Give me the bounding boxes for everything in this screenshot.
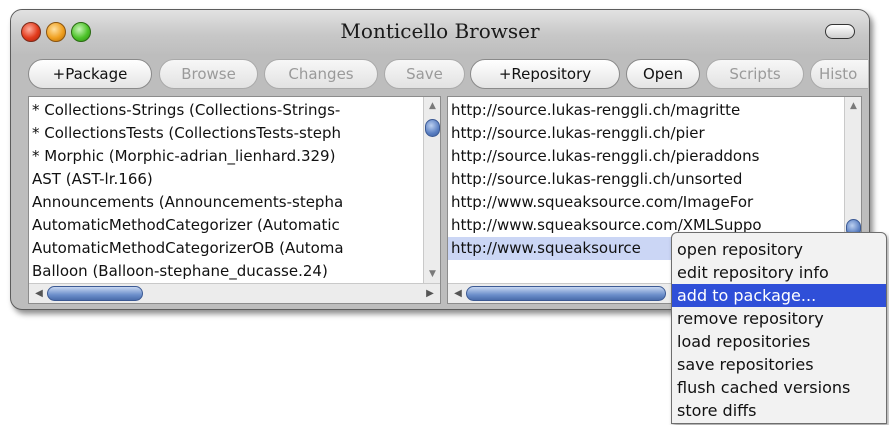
menu-item-save-repositories[interactable]: save repositories [672, 353, 886, 376]
scroll-down-arrow-icon[interactable]: ▼ [424, 267, 440, 281]
toolbar: +Package Browse Changes Save +Repository… [28, 59, 868, 89]
menu-item-load-repositories[interactable]: load repositories [672, 330, 886, 353]
window-title: Monticello Browser [340, 19, 540, 43]
add-repository-button[interactable]: +Repository [470, 59, 620, 89]
save-button[interactable]: Save [384, 59, 465, 89]
scroll-up-arrow-icon[interactable]: ▲ [845, 99, 861, 113]
history-button[interactable]: Histo [810, 59, 868, 89]
add-package-button[interactable]: +Package [28, 59, 152, 89]
repository-item[interactable]: http://source.lukas-renggli.ch/unsorted [448, 168, 844, 191]
title-bar[interactable]: Monticello Browser [11, 10, 869, 54]
scroll-up-arrow-icon[interactable]: ▲ [424, 99, 440, 113]
repository-item[interactable]: http://source.lukas-renggli.ch/pieraddon… [448, 145, 844, 168]
package-item[interactable]: * CollectionsTests (CollectionsTests-ste… [29, 122, 423, 145]
package-item[interactable]: AST (AST-lr.166) [29, 168, 423, 191]
packages-list-pane: * Collections-Strings (Collections-Strin… [28, 96, 441, 304]
menu-item-store-diffs[interactable]: store diffs [672, 399, 886, 422]
repository-item[interactable]: http://source.lukas-renggli.ch/magritte [448, 99, 844, 122]
menu-item-open-repository[interactable]: open repository [672, 238, 886, 261]
collapse-window-icon[interactable] [825, 24, 855, 39]
scripts-button[interactable]: Scripts [706, 59, 804, 89]
package-item[interactable]: AutomaticMethodCategorizer (Automatic [29, 214, 423, 237]
packages-horizontal-scroll-thumb[interactable] [47, 286, 143, 301]
scroll-right-arrow-icon[interactable]: ▶ [423, 287, 437, 301]
package-item[interactable]: * Morphic (Morphic-adrian_lienhard.329) [29, 145, 423, 168]
package-item[interactable]: AutomaticMethodCategorizerOB (Automa [29, 237, 423, 260]
repository-item[interactable]: http://source.lukas-renggli.ch/pier [448, 122, 844, 145]
open-button[interactable]: Open [626, 59, 700, 89]
changes-button[interactable]: Changes [264, 59, 378, 89]
packages-vertical-scrollbar[interactable]: ▲ ▼ [423, 97, 440, 283]
scroll-left-arrow-icon[interactable]: ◀ [451, 287, 465, 301]
browse-button[interactable]: Browse [159, 59, 258, 89]
package-item[interactable]: Balloon (Balloon-stephane_ducasse.24) [29, 260, 423, 281]
packages-horizontal-scrollbar[interactable]: ◀ ▶ [29, 283, 440, 303]
menu-item-flush-cached-versions[interactable]: flush cached versions [672, 376, 886, 399]
repository-item[interactable]: http://www.squeaksource.com/ImageFor [448, 191, 844, 214]
menu-item-edit-repository-info[interactable]: edit repository info [672, 261, 886, 284]
scroll-left-arrow-icon[interactable]: ◀ [32, 287, 46, 301]
packages-list[interactable]: * Collections-Strings (Collections-Strin… [29, 99, 423, 281]
menu-item-remove-repository[interactable]: remove repository [672, 307, 886, 330]
package-item[interactable]: Announcements (Announcements-stepha [29, 191, 423, 214]
package-item[interactable]: * Collections-Strings (Collections-Strin… [29, 99, 423, 122]
repositories-horizontal-scroll-thumb[interactable] [466, 286, 666, 301]
repository-context-menu: open repository edit repository info add… [671, 232, 887, 424]
menu-item-add-to-package[interactable]: add to package... [672, 284, 886, 307]
packages-vertical-scroll-thumb[interactable] [425, 119, 440, 137]
